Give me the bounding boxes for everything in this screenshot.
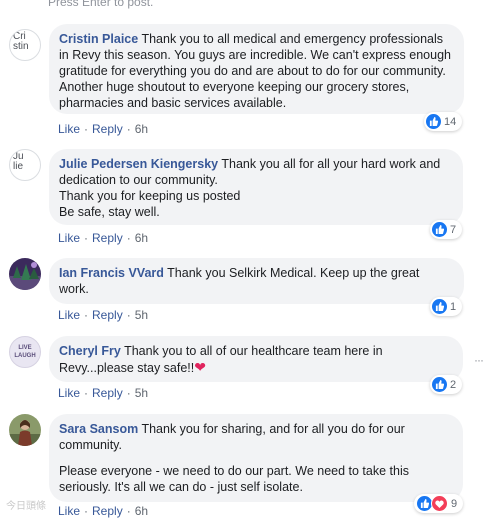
separator: · <box>84 231 89 245</box>
reply-button[interactable]: Reply <box>92 231 123 245</box>
separator: · <box>84 386 89 400</box>
avatar[interactable] <box>9 414 41 446</box>
like-button[interactable]: Like <box>58 308 80 322</box>
timestamp[interactable]: 5h <box>135 308 148 322</box>
separator: · <box>84 122 89 136</box>
separator: · <box>126 386 131 400</box>
reaction-summary[interactable]: 1 <box>430 297 463 316</box>
avatar[interactable]: LIVE LAUGH <box>9 336 41 368</box>
reply-button[interactable]: Reply <box>92 386 123 400</box>
comment-actions: Like · Reply · 5h <box>58 308 148 322</box>
like-reaction-icon <box>426 114 441 129</box>
avatar[interactable]: Cri stin <box>9 29 41 61</box>
reaction-count: 14 <box>444 115 457 128</box>
timestamp[interactable]: 6h <box>135 231 148 245</box>
separator: · <box>126 122 131 136</box>
comment-bubble: Cheryl Fry Thank you to all of our healt… <box>49 336 463 382</box>
author-name[interactable]: Ian Francis VVard <box>59 266 164 280</box>
like-button[interactable]: Like <box>58 122 80 136</box>
timestamp[interactable]: 5h <box>135 386 148 400</box>
reaction-summary[interactable]: 7 <box>430 220 463 239</box>
author-name[interactable]: Cheryl Fry <box>59 344 121 358</box>
reaction-count: 7 <box>450 223 457 236</box>
comment-bubble: Cristin Plaice Thank you to all medical … <box>49 24 464 114</box>
comment-text: Be safe, stay well. <box>59 205 160 219</box>
separator: · <box>126 308 131 322</box>
reply-button[interactable]: Reply <box>92 122 123 136</box>
reaction-count: 2 <box>450 378 457 391</box>
reaction-summary[interactable]: 14 <box>424 112 463 131</box>
love-reaction-icon <box>431 495 448 512</box>
comment-text: Please everyone - we need to do our part… <box>59 464 409 494</box>
avatar-text: LIVE LAUGH <box>14 345 36 359</box>
separator: · <box>84 308 89 322</box>
comment-actions: Like · Reply · 6h <box>58 504 148 518</box>
timestamp[interactable]: 6h <box>135 504 148 518</box>
comment-bubble: Ian Francis VVard Thank you Selkirk Medi… <box>49 258 464 304</box>
author-name[interactable]: Julie Pedersen Kiengersky <box>59 157 218 171</box>
reaction-count: 1 <box>450 300 457 313</box>
like-button[interactable]: Like <box>58 231 80 245</box>
separator: · <box>84 504 89 518</box>
like-reaction-icon <box>417 496 432 511</box>
like-button[interactable]: Like <box>58 386 80 400</box>
avatar[interactable] <box>9 258 41 290</box>
reply-button[interactable]: Reply <box>92 504 123 518</box>
timestamp[interactable]: 6h <box>135 122 148 136</box>
avatar[interactable]: Ju lie <box>9 149 41 181</box>
composer-hint: Press Enter to post. <box>48 0 154 9</box>
like-reaction-icon <box>432 299 447 314</box>
comment-bubble: Julie Pedersen Kiengersky Thank you all … <box>49 149 463 225</box>
comment-actions: Like · Reply · 6h <box>58 231 148 245</box>
separator: · <box>126 504 131 518</box>
more-options-icon[interactable]: ··· <box>474 353 484 367</box>
like-reaction-icon <box>432 377 447 392</box>
reaction-summary[interactable]: 9 <box>414 494 464 513</box>
reaction-summary[interactable]: 2 <box>430 375 463 394</box>
heart-emoji-icon: ❤ <box>194 359 206 375</box>
author-name[interactable]: Sara Sansom <box>59 422 138 436</box>
like-reaction-icon <box>432 222 447 237</box>
reaction-count: 9 <box>451 497 458 510</box>
comment-text: Thank you for keeping us posted <box>59 189 241 203</box>
separator: · <box>126 231 131 245</box>
comment-actions: Like · Reply · 6h <box>58 122 148 136</box>
author-name[interactable]: Cristin Plaice <box>59 32 138 46</box>
reply-button[interactable]: Reply <box>92 308 123 322</box>
watermark: 今日頭條 <box>6 501 46 512</box>
comment-actions: Like · Reply · 5h <box>58 386 148 400</box>
comment-bubble: Sara Sansom Thank you for sharing, and f… <box>49 414 463 502</box>
like-button[interactable]: Like <box>58 504 80 518</box>
